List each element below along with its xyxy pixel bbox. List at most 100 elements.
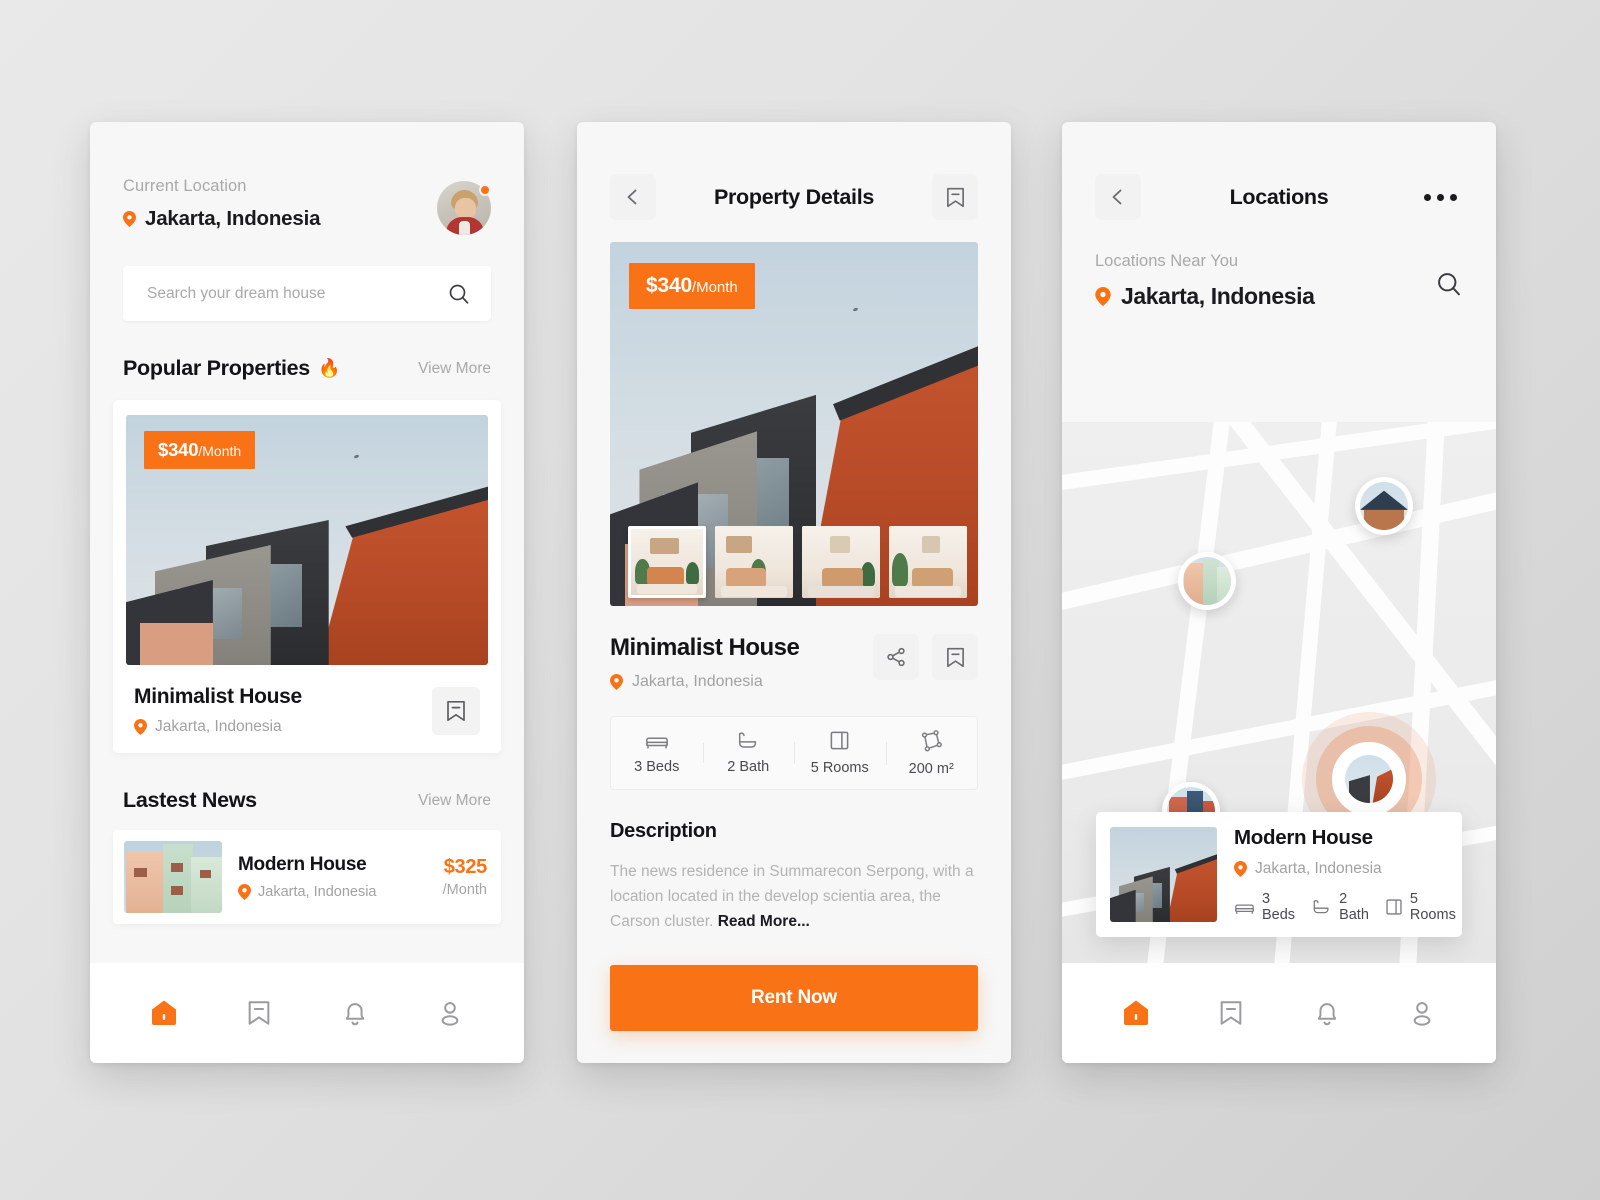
more-options-button[interactable] bbox=[1417, 174, 1463, 220]
back-button[interactable] bbox=[1095, 174, 1141, 220]
home-header: Current Location Jakarta, Indonesia bbox=[90, 122, 524, 235]
spec-bath-label: 2 Bath bbox=[727, 759, 770, 775]
map-card-body: Modern House Jakarta, Indonesia 3 Beds 2… bbox=[1234, 826, 1456, 923]
location-pin-icon bbox=[1234, 861, 1247, 877]
save-button[interactable] bbox=[932, 634, 978, 680]
read-more-link[interactable]: Read More... bbox=[718, 913, 810, 930]
nav-profile[interactable] bbox=[424, 987, 476, 1039]
locations-header: Locations bbox=[1062, 122, 1496, 232]
spec-area-label: 200 m² bbox=[908, 760, 954, 777]
room-icon bbox=[829, 730, 850, 751]
bell-icon bbox=[341, 998, 369, 1028]
marker-thumbnail bbox=[1183, 557, 1231, 605]
property-meta: Minimalist House Jakarta, Indonesia bbox=[126, 665, 488, 740]
map-search-button[interactable] bbox=[1435, 270, 1463, 298]
search-icon[interactable] bbox=[447, 282, 471, 306]
share-button[interactable] bbox=[873, 634, 919, 680]
thumbnail-living-room-3[interactable] bbox=[802, 526, 880, 598]
property-name: Minimalist House bbox=[134, 685, 302, 708]
property-name: Minimalist House bbox=[610, 634, 800, 661]
hero-image[interactable]: $340/Month bbox=[610, 242, 978, 606]
map-property-card[interactable]: Modern House Jakarta, Indonesia 3 Beds 2… bbox=[1096, 812, 1462, 937]
bed-icon bbox=[645, 732, 669, 750]
marker-brick-house[interactable] bbox=[1355, 477, 1413, 535]
save-property-button[interactable] bbox=[432, 686, 480, 735]
home-icon bbox=[149, 998, 179, 1028]
spec-beds-label: 3 Beds bbox=[1262, 891, 1296, 923]
bath-icon bbox=[1311, 899, 1332, 915]
property-specs: 3 Beds 2 Bath 5 Rooms 200 m² bbox=[610, 716, 978, 790]
back-button[interactable] bbox=[610, 174, 656, 220]
spec-area: 200 m² bbox=[885, 729, 978, 777]
price-amount: $340 bbox=[158, 439, 199, 460]
price-badge: $340/Month bbox=[144, 431, 256, 469]
fire-icon: 🔥 bbox=[317, 358, 341, 378]
thumbnail-living-room-1[interactable] bbox=[628, 526, 706, 598]
near-you-label: Locations Near You bbox=[1095, 252, 1239, 270]
price-period: /Month bbox=[198, 443, 242, 459]
property-image: $340/Month bbox=[126, 415, 488, 665]
spec-beds: 3 Beds bbox=[611, 732, 703, 775]
area-icon bbox=[920, 729, 943, 752]
property-location: Jakarta, Indonesia bbox=[610, 673, 799, 691]
news-item-price-period: /Month bbox=[442, 882, 487, 898]
rent-now-button[interactable]: Rent Now bbox=[610, 965, 978, 1031]
spec-bath-label: 2 Bath bbox=[1339, 891, 1369, 923]
bookmark-icon bbox=[945, 186, 966, 209]
news-item-price-amount: $325 bbox=[443, 856, 488, 878]
news-item-price: $325 /Month bbox=[442, 856, 488, 898]
current-location-label: Current Location bbox=[123, 177, 247, 195]
current-location-text: Jakarta, Indonesia bbox=[145, 207, 321, 230]
thumbnail-living-room-4[interactable] bbox=[889, 526, 967, 598]
nav-home[interactable] bbox=[138, 987, 190, 1039]
bookmark-icon bbox=[945, 646, 966, 669]
news-view-more[interactable]: View More bbox=[418, 792, 491, 810]
popular-section-header: Popular Properties 🔥 View More bbox=[123, 356, 491, 381]
details-actions bbox=[873, 634, 978, 680]
nav-bookmark[interactable] bbox=[1205, 987, 1257, 1039]
popular-property-card[interactable]: $340/Month Minimalist House Jakarta, Ind… bbox=[113, 400, 501, 753]
room-icon bbox=[1385, 898, 1403, 916]
avatar[interactable] bbox=[437, 181, 491, 235]
screen-property-details: Property Details $340/Month Minimalist H… bbox=[577, 122, 1011, 1063]
current-location[interactable]: Current Location Jakarta, Indonesia bbox=[123, 177, 320, 231]
map-card-name: Modern House bbox=[1234, 826, 1373, 849]
location-pin-icon bbox=[238, 884, 251, 900]
price-period: /Month bbox=[691, 279, 738, 296]
property-location: Jakarta, Indonesia bbox=[134, 718, 302, 736]
description-text: The news residence in Summarecon Serpong… bbox=[610, 859, 978, 934]
bell-icon bbox=[1313, 998, 1341, 1028]
current-location-value[interactable]: Jakarta, Indonesia bbox=[123, 207, 320, 231]
nav-notifications[interactable] bbox=[329, 987, 381, 1039]
map-card-thumbnail bbox=[1110, 827, 1217, 922]
nav-profile[interactable] bbox=[1396, 987, 1448, 1039]
spec-bath: 2 Bath bbox=[1311, 891, 1369, 923]
page-title: Locations bbox=[1229, 184, 1329, 209]
search-input[interactable] bbox=[147, 284, 447, 303]
nav-bookmark[interactable] bbox=[233, 987, 285, 1039]
chevron-left-icon bbox=[1108, 187, 1128, 207]
marker-thumbnail bbox=[1360, 482, 1408, 530]
spec-rooms: 5 Rooms bbox=[1385, 891, 1456, 923]
near-you-city[interactable]: Jakarta, Indonesia bbox=[1095, 283, 1315, 310]
user-icon bbox=[1408, 999, 1436, 1027]
nav-home[interactable] bbox=[1110, 987, 1162, 1039]
page-title: Property Details bbox=[713, 184, 875, 209]
news-item-name: Modern House bbox=[238, 854, 367, 875]
nav-notifications[interactable] bbox=[1301, 987, 1353, 1039]
user-icon bbox=[436, 999, 464, 1027]
bottom-navigation bbox=[1062, 963, 1496, 1063]
popular-section-title: Popular Properties 🔥 bbox=[123, 356, 340, 381]
map-card-specs: 3 Beds 2 Bath 5 Rooms bbox=[1234, 891, 1456, 923]
marker-modern-house[interactable] bbox=[1332, 742, 1406, 816]
bottom-navigation bbox=[90, 963, 524, 1063]
marker-thumbnail bbox=[1345, 755, 1393, 803]
popular-title-text: Popular Properties bbox=[123, 356, 310, 380]
search-bar[interactable] bbox=[123, 266, 491, 321]
bookmark-button[interactable] bbox=[932, 174, 978, 220]
thumbnail-living-room-2[interactable] bbox=[715, 526, 793, 598]
marker-apartment[interactable] bbox=[1178, 552, 1236, 610]
popular-view-more[interactable]: View More bbox=[418, 360, 491, 378]
map-card-location: Jakarta, Indonesia bbox=[1234, 860, 1456, 878]
news-list-item[interactable]: Modern House Jakarta, Indonesia $325 /Mo… bbox=[113, 830, 501, 924]
